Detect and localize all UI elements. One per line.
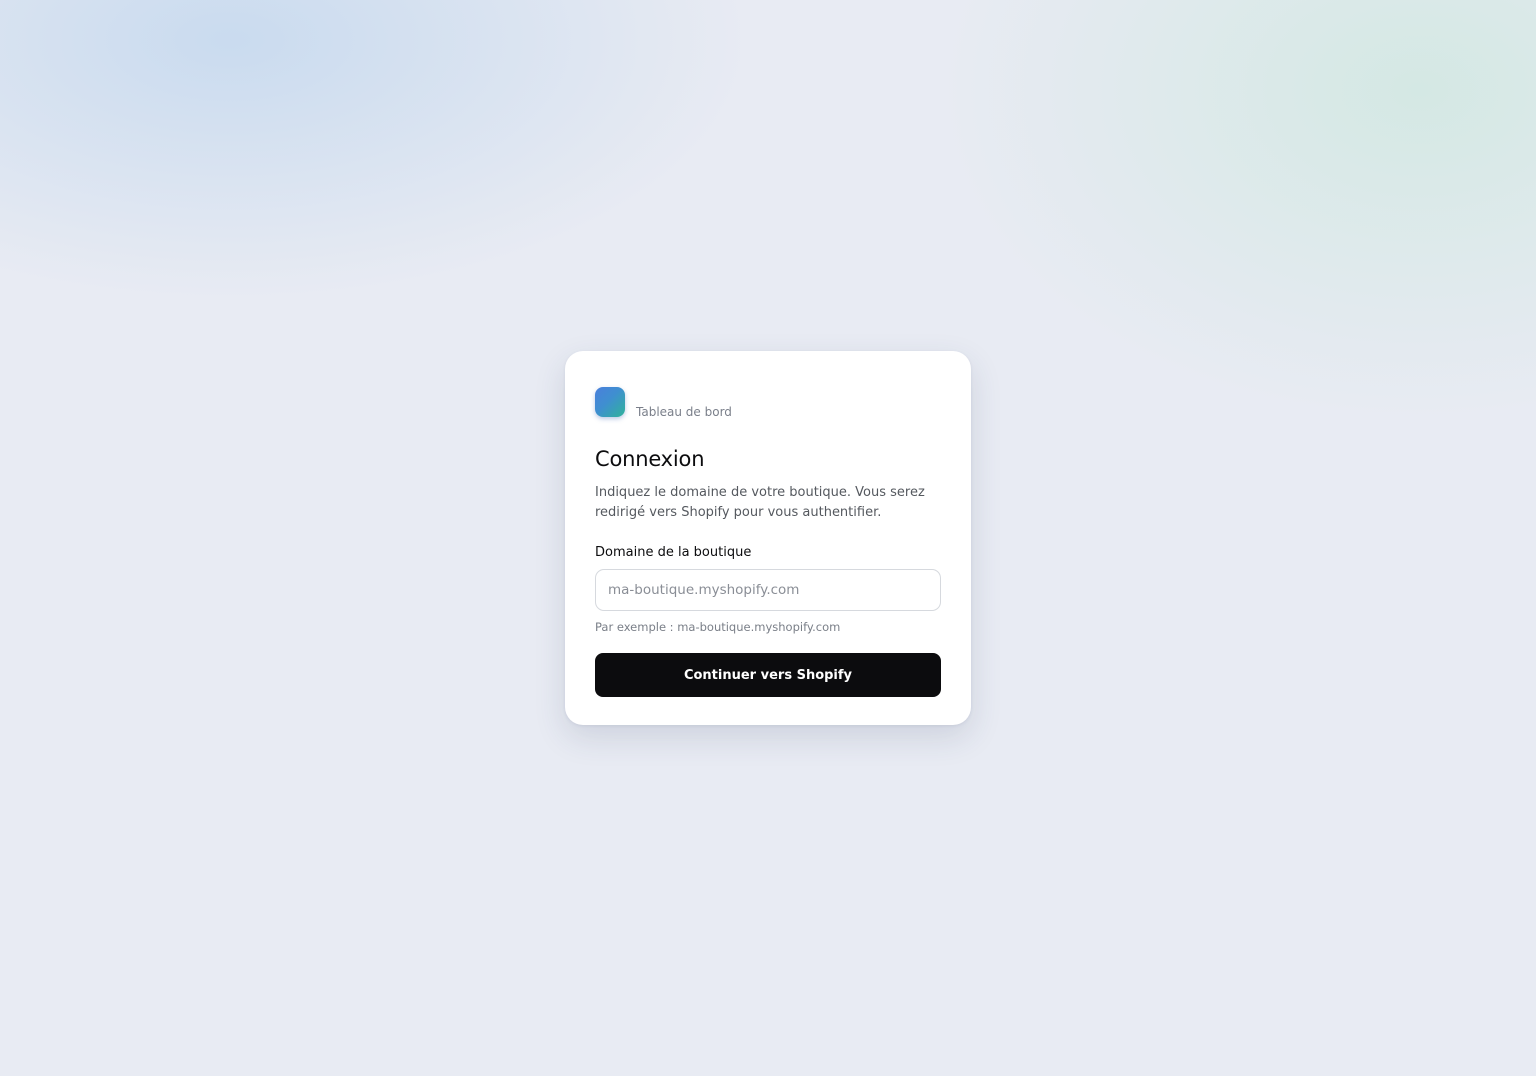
app-logo-icon (595, 387, 625, 417)
continue-to-shopify-button[interactable]: Continuer vers Shopify (595, 653, 941, 697)
page-title: Connexion (595, 447, 705, 471)
brand-name: Tableau de bord (636, 405, 732, 419)
page-background: { "brand": { "name": "Tableau de bord", … (0, 0, 1536, 1076)
shop-domain-input[interactable] (595, 569, 941, 611)
login-card: Tableau de bord Connexion Indiquez le do… (565, 351, 971, 725)
brand-header: Tableau de bord (595, 385, 941, 419)
shop-domain-label: Domaine de la boutique (595, 545, 752, 560)
shop-domain-hint: Par exemple : ma-boutique.myshopify.com (595, 620, 841, 634)
login-description: Indiquez le domaine de votre boutique. V… (595, 485, 925, 520)
